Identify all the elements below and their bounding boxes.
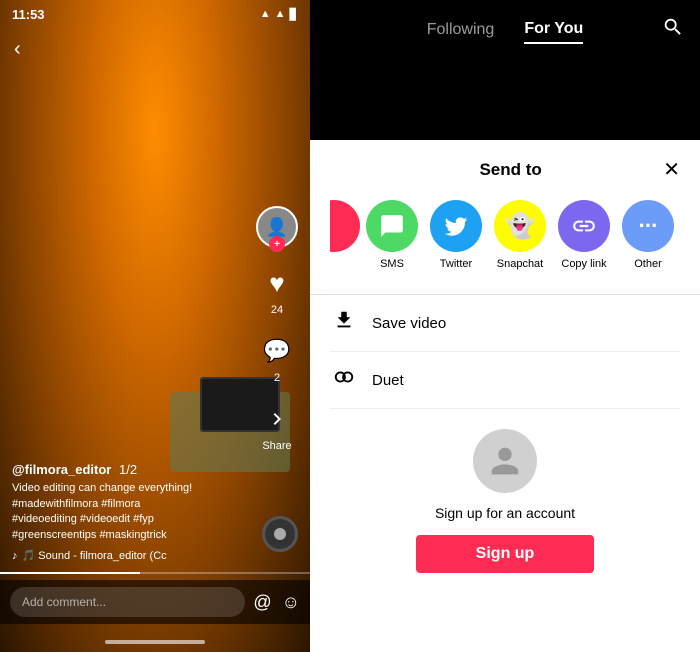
signup-button[interactable]: Sign up — [416, 535, 595, 573]
send-to-modal: Send to ✕ SMS — [310, 140, 700, 652]
other-label: Other — [634, 258, 662, 270]
other-icon-circle: ··· — [622, 200, 674, 252]
save-video-label: Save video — [372, 315, 446, 332]
duet-icon — [330, 366, 358, 394]
twitter-label: Twitter — [440, 258, 472, 270]
avatar-wrap[interactable]: 👤 + — [256, 206, 298, 248]
share-icons-row: SMS Twitter 👻 Snapchat — [330, 200, 680, 270]
share-button[interactable] — [258, 400, 296, 438]
avatar-icon: 👤 — [266, 217, 288, 238]
emoji-icon[interactable]: ☺ — [282, 592, 300, 613]
comment-btn-wrap[interactable]: 💬 2 — [258, 332, 296, 384]
signal-icon: ▲ — [275, 8, 286, 20]
music-text: 🎵 Sound - filmora_editor (Cc — [22, 549, 167, 562]
video-info: @filmora_editor 1/2 Video editing can ch… — [12, 462, 250, 562]
phone-panel: 11:53 ▲ ▲ ▊ ‹ 👤 + ♥ 24 💬 2 — [0, 0, 310, 652]
signup-prompt: Sign up for an account — [435, 505, 575, 521]
status-bar: 11:53 ▲ ▲ ▊ — [0, 0, 310, 28]
comment-count: 2 — [274, 372, 280, 384]
partial-share-item — [330, 200, 360, 270]
battery-icon: ▊ — [290, 8, 298, 21]
status-icons: ▲ ▲ ▊ — [260, 8, 298, 21]
video-music: ♪ 🎵 Sound - filmora_editor (Cc — [12, 549, 250, 562]
snapchat-icon: 👻 — [505, 212, 535, 241]
share-label: Share — [262, 440, 291, 452]
music-disc — [262, 516, 298, 552]
twitter-icon-circle — [430, 200, 482, 252]
search-icon[interactable] — [662, 16, 684, 44]
avatar-button[interactable]: 👤 + — [256, 206, 298, 248]
copylink-icon-circle — [558, 200, 610, 252]
duet-row[interactable]: Duet — [330, 352, 680, 409]
progress-fill — [0, 572, 140, 574]
comment-input[interactable]: Add comment... — [10, 587, 245, 617]
action-buttons: 👤 + ♥ 24 💬 2 Share — [256, 206, 298, 452]
copy-link-label: Copy link — [561, 258, 606, 270]
close-button[interactable]: ✕ — [663, 160, 680, 180]
share-btn-wrap[interactable]: Share — [258, 400, 296, 452]
like-btn-wrap[interactable]: ♥ 24 — [258, 264, 296, 316]
music-note-icon: ♪ — [12, 550, 18, 562]
signup-avatar — [473, 429, 537, 493]
progress-bar[interactable] — [0, 572, 310, 574]
comment-bar: Add comment... @ ☺ — [0, 580, 310, 624]
share-copy-link[interactable]: Copy link — [552, 200, 616, 270]
tab-following[interactable]: Following — [427, 17, 495, 43]
share-twitter[interactable]: Twitter — [424, 200, 488, 270]
top-nav: Following For You — [310, 0, 700, 60]
signup-section: Sign up for an account Sign up — [330, 409, 680, 636]
snapchat-icon-circle: 👻 — [494, 200, 546, 252]
home-bar — [105, 640, 205, 644]
username-text: @filmora_editor — [12, 462, 111, 477]
share-other[interactable]: ··· Other — [616, 200, 680, 270]
like-button[interactable]: ♥ — [258, 264, 296, 302]
follow-plus: + — [269, 236, 285, 252]
video-black-area — [310, 60, 700, 140]
sms-icon-circle — [366, 200, 418, 252]
share-sms[interactable]: SMS — [360, 200, 424, 270]
tab-for-you[interactable]: For You — [524, 16, 583, 44]
modal-header: Send to ✕ — [330, 160, 680, 180]
date-text: 1/2 — [119, 462, 137, 477]
share-snapchat[interactable]: 👻 Snapchat — [488, 200, 552, 270]
duet-label: Duet — [372, 372, 404, 389]
mention-icon[interactable]: @ — [253, 592, 271, 613]
like-count: 24 — [271, 304, 283, 316]
back-button[interactable]: ‹ — [14, 38, 21, 61]
snapchat-label: Snapchat — [497, 258, 543, 270]
video-username: @filmora_editor 1/2 — [12, 462, 250, 477]
sms-label: SMS — [380, 258, 404, 270]
save-video-icon — [330, 309, 358, 337]
comment-button[interactable]: 💬 — [258, 332, 296, 370]
save-video-row[interactable]: Save video — [330, 295, 680, 352]
right-panel: Following For You Send to ✕ — [310, 0, 700, 652]
status-time: 11:53 — [12, 7, 45, 22]
modal-title: Send to — [358, 160, 663, 180]
video-caption: Video editing can change everything! #ma… — [12, 481, 250, 543]
wifi-icon: ▲ — [260, 8, 271, 20]
comment-actions: @ ☺ — [253, 592, 300, 613]
comment-placeholder: Add comment... — [22, 595, 106, 609]
